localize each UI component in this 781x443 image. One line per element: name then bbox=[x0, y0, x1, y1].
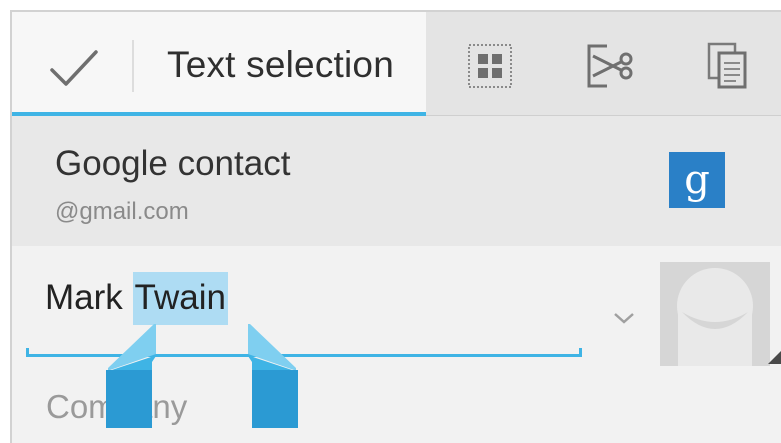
cut-icon bbox=[587, 44, 633, 88]
action-bar-title: Text selection bbox=[167, 44, 394, 85]
selection-end-handle[interactable] bbox=[246, 324, 308, 430]
checkmark-icon bbox=[50, 50, 98, 86]
expand-name-button[interactable] bbox=[610, 308, 638, 328]
select-all-icon bbox=[468, 44, 512, 88]
select-all-button[interactable] bbox=[462, 38, 518, 94]
copy-button[interactable] bbox=[700, 38, 756, 94]
contact-editor: Text selection Google contact @gmail.com… bbox=[10, 10, 781, 443]
account-header: Google contact @gmail.com g bbox=[12, 116, 781, 246]
selected-text[interactable]: Twain bbox=[132, 272, 228, 325]
photo-corner-indicator bbox=[768, 350, 781, 364]
avatar-placeholder-icon bbox=[660, 262, 770, 366]
contact-photo[interactable] bbox=[660, 262, 770, 366]
selection-start-handle[interactable] bbox=[96, 324, 158, 430]
name-field[interactable]: Mark Twain bbox=[45, 272, 228, 325]
cut-button[interactable] bbox=[582, 38, 638, 94]
google-logo-icon: g bbox=[669, 152, 725, 208]
google-logo-letter: g bbox=[684, 157, 710, 203]
name-unselected-text: Mark bbox=[45, 278, 133, 317]
done-button[interactable] bbox=[34, 40, 114, 96]
account-email: @gmail.com bbox=[55, 198, 189, 225]
action-bar-title-area: Text selection bbox=[12, 12, 426, 116]
action-bar-divider bbox=[132, 40, 134, 92]
contextual-action-bar: Text selection bbox=[12, 12, 781, 116]
copy-icon bbox=[707, 42, 747, 89]
account-type-label: Google contact bbox=[55, 144, 291, 183]
chevron-down-icon bbox=[614, 313, 634, 324]
